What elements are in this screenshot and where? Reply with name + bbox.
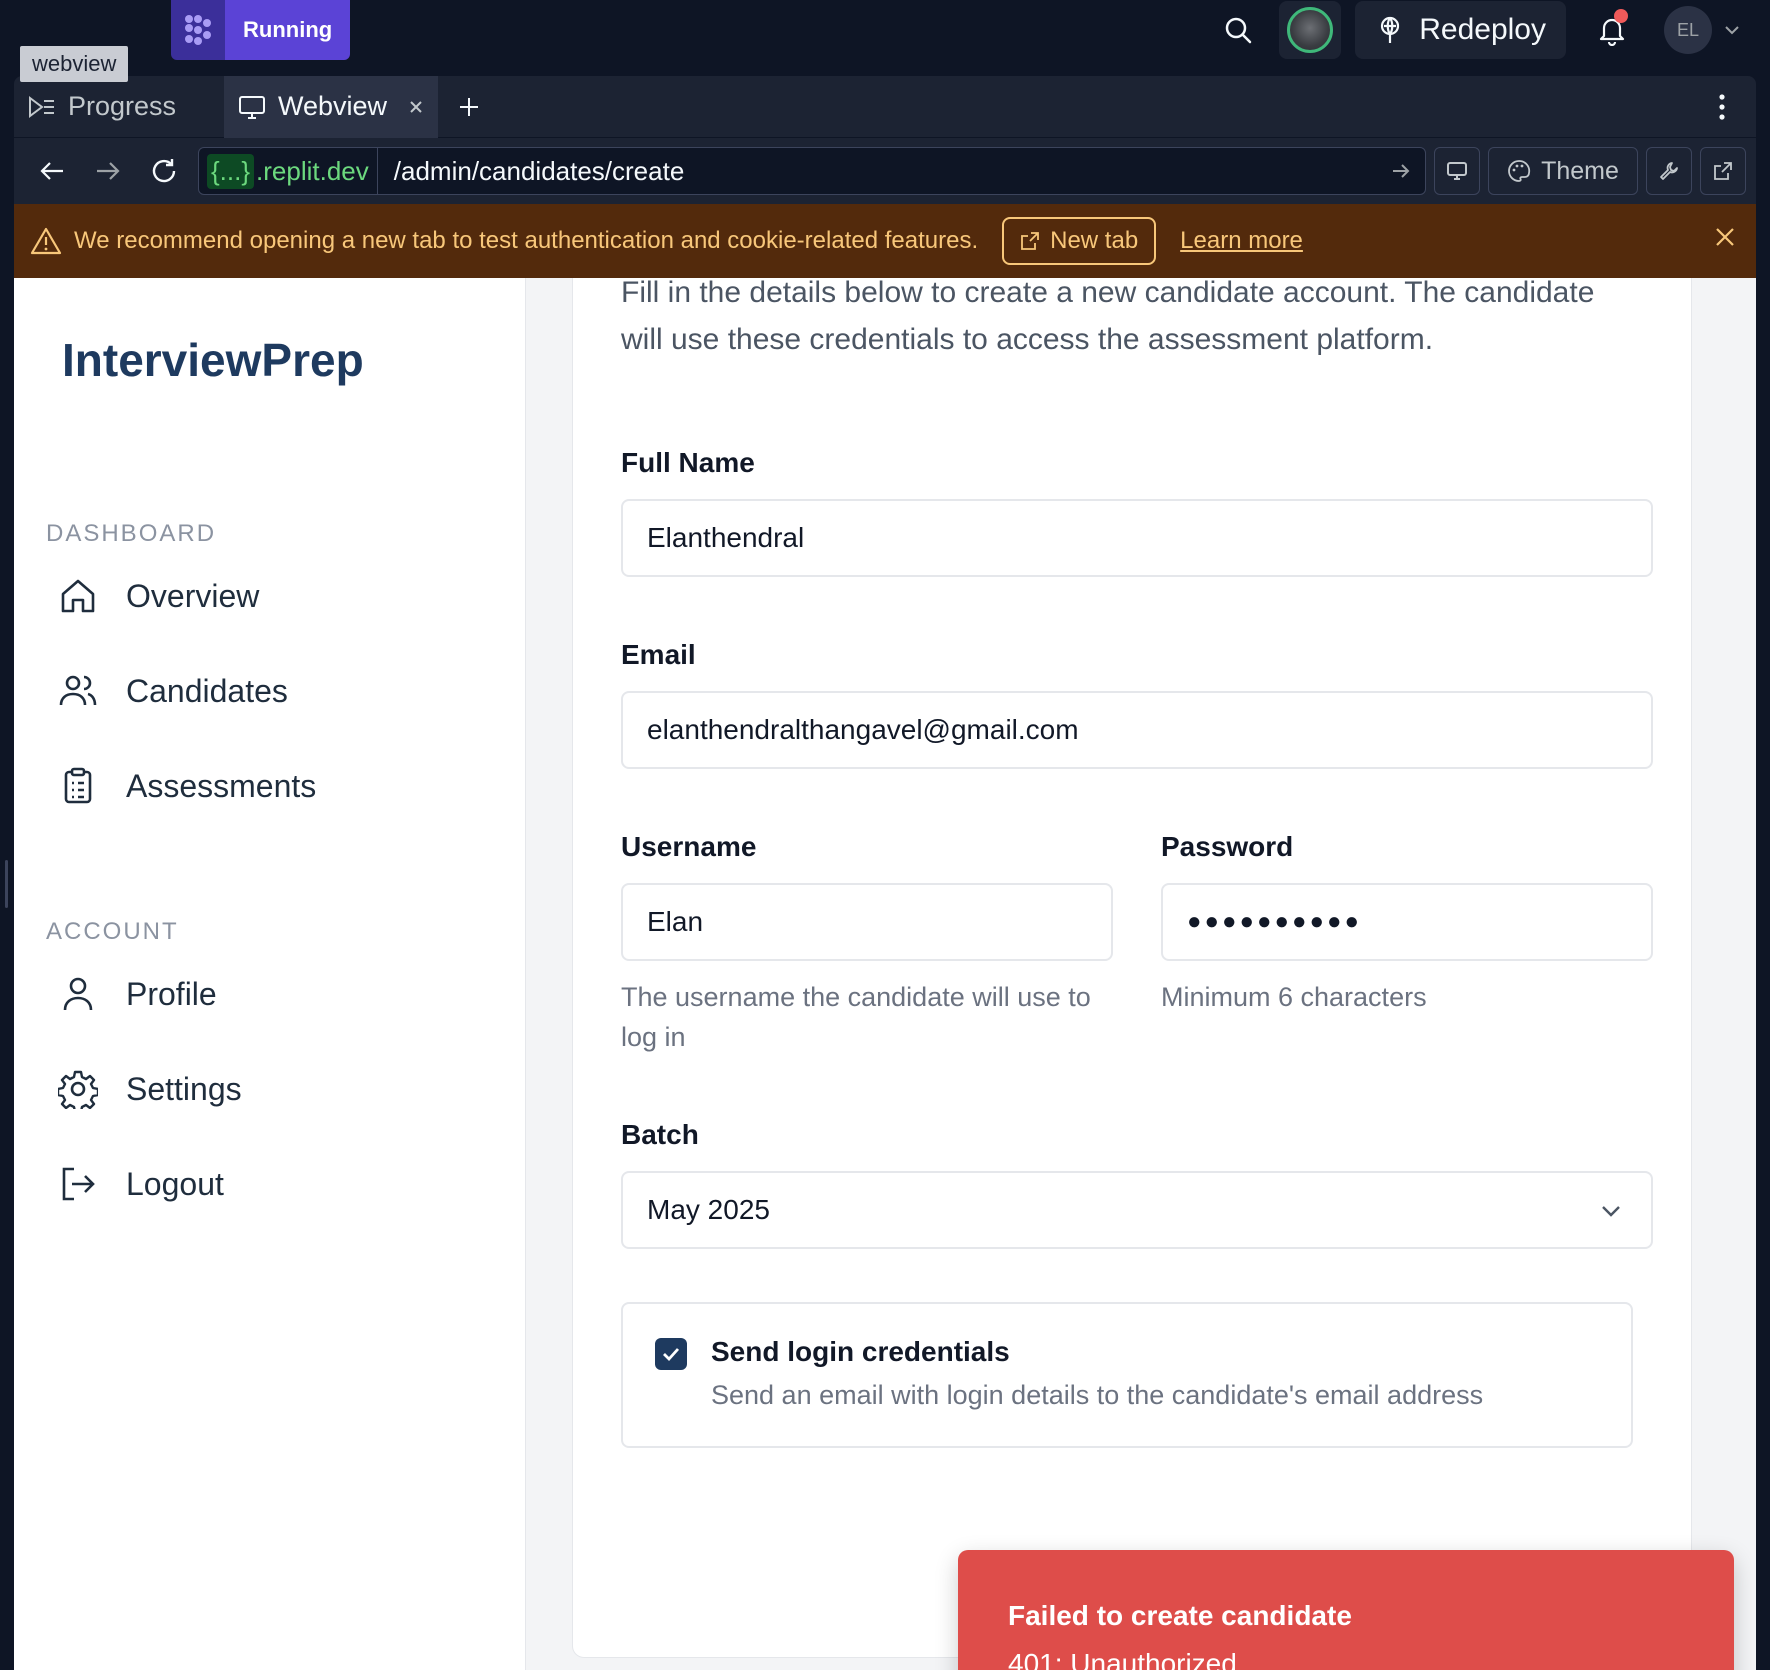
home-icon — [58, 576, 98, 616]
go-arrow-icon[interactable] — [1377, 162, 1425, 180]
sidebar-item-label: Settings — [126, 1070, 242, 1107]
tab-progress-label: Progress — [68, 91, 177, 121]
password-label: Password — [1161, 831, 1294, 862]
forward-arrow-icon[interactable] — [80, 143, 136, 199]
username-input[interactable]: Elan — [621, 883, 1113, 961]
redeploy-button[interactable]: Redeploy — [1355, 1, 1566, 59]
clipboard-icon — [58, 766, 98, 806]
password-hint: Minimum 6 characters — [1161, 982, 1427, 1012]
password-input[interactable]: ●●●●●●●●●● — [1161, 883, 1653, 961]
theme-button[interactable]: Theme — [1488, 147, 1638, 195]
send-credentials-checkbox[interactable] — [655, 1338, 687, 1370]
url-toolbar: {...} .replit.dev /admin/candidates/crea… — [14, 138, 1756, 204]
tab-progress[interactable]: Progress — [14, 76, 224, 138]
back-arrow-icon[interactable] — [24, 143, 80, 199]
sidebar-item-logout[interactable]: Logout — [58, 1164, 224, 1204]
reload-icon[interactable] — [136, 143, 192, 199]
username-label: Username — [621, 831, 757, 862]
warning-text: We recommend opening a new tab to test a… — [74, 227, 979, 254]
url-host: {...} .replit.dev — [199, 148, 378, 194]
running-button[interactable]: Running — [225, 0, 351, 60]
add-tab-icon[interactable] — [438, 76, 500, 138]
webview-content: InterviewPrep DASHBOARD Overview Candida… — [14, 278, 1756, 1670]
users-icon — [58, 671, 98, 711]
email-input[interactable]: elanthendralthangavel@gmail.com — [621, 691, 1653, 769]
redeploy-label: Redeploy — [1419, 13, 1546, 46]
project-avatar[interactable] — [1279, 1, 1342, 59]
panel-resize-handle[interactable] — [5, 860, 8, 908]
top-bar-actions: Redeploy EL — [1211, 0, 1770, 60]
theme-label: Theme — [1541, 156, 1619, 185]
chevron-down-icon[interactable] — [1712, 24, 1752, 36]
close-icon[interactable] — [1712, 224, 1738, 250]
open-external-icon[interactable] — [1700, 147, 1746, 195]
url-path[interactable]: /admin/candidates/create — [378, 156, 1377, 187]
sidebar-item-assessments[interactable]: Assessments — [58, 766, 316, 806]
monitor-icon — [1446, 161, 1468, 181]
sidebar-item-label: Overview — [126, 577, 260, 614]
tab-webview[interactable]: Webview — [224, 76, 438, 138]
error-toast[interactable]: Failed to create candidate 401: Unauthor… — [958, 1550, 1734, 1670]
sidebar-item-profile[interactable]: Profile — [58, 974, 217, 1014]
address-bar[interactable]: {...} .replit.dev /admin/candidates/crea… — [198, 147, 1426, 195]
notifications-bell-icon[interactable] — [1582, 1, 1642, 59]
search-icon[interactable] — [1211, 3, 1265, 57]
notification-dot — [1614, 9, 1628, 23]
warning-triangle-icon — [30, 226, 62, 256]
sidebar-item-label: Logout — [126, 1165, 224, 1202]
url-host-token: {...} — [207, 153, 255, 189]
gear-icon — [58, 1069, 98, 1109]
close-icon[interactable] — [408, 99, 424, 115]
send-credentials-option: Send login credentials Send an email wit… — [621, 1302, 1633, 1448]
toast-message: 401: Unauthorized — [1008, 1648, 1237, 1670]
device-preview-button[interactable] — [1434, 147, 1480, 195]
logout-icon — [58, 1164, 98, 1204]
tab-bar: Progress Webview — [14, 76, 1756, 138]
full-name-input[interactable]: Elanthendral — [621, 499, 1653, 577]
devtools-wrench-icon[interactable] — [1646, 147, 1692, 195]
section-account: ACCOUNT — [46, 918, 179, 945]
open-external-icon — [1020, 231, 1040, 251]
user-avatar[interactable]: EL — [1664, 6, 1712, 54]
create-candidate-card: Fill in the details below to create a ne… — [572, 278, 1692, 1658]
run-control: Running — [171, 0, 351, 60]
deploy-icon — [1375, 15, 1405, 45]
top-bar: Running Redeploy EL — [0, 0, 1770, 74]
workspace-panel: Progress Webview {...} .replit.dev /admi… — [14, 76, 1756, 1670]
send-credentials-description: Send an email with login details to the … — [711, 1380, 1484, 1410]
url-host-suffix: .replit.dev — [256, 155, 369, 186]
more-vertical-icon[interactable] — [1702, 76, 1742, 138]
batch-select[interactable]: May 2025 — [621, 1171, 1653, 1249]
sidebar-item-label: Candidates — [126, 672, 288, 709]
app-sidebar: InterviewPrep DASHBOARD Overview Candida… — [14, 278, 526, 1670]
section-dashboard: DASHBOARD — [46, 520, 217, 547]
sidebar-item-label: Profile — [126, 975, 217, 1012]
new-tab-label: New tab — [1050, 227, 1139, 254]
sidebar-item-candidates[interactable]: Candidates — [58, 671, 288, 711]
webview-tooltip: webview — [20, 46, 129, 82]
batch-label: Batch — [621, 1119, 699, 1150]
send-credentials-title[interactable]: Send login credentials — [711, 1336, 1010, 1368]
user-icon — [58, 974, 98, 1014]
progress-icon — [28, 95, 56, 119]
monitor-icon — [238, 94, 266, 120]
batch-selected-value: May 2025 — [647, 1194, 770, 1225]
full-name-label: Full Name — [621, 447, 755, 478]
new-tab-button[interactable]: New tab — [1002, 217, 1157, 265]
learn-more-link[interactable]: Learn more — [1180, 227, 1303, 255]
form-intro-text: Fill in the details below to create a ne… — [621, 278, 1595, 356]
sidebar-item-overview[interactable]: Overview — [58, 576, 259, 616]
sidebar-item-label: Assessments — [126, 767, 317, 804]
replit-logo-icon[interactable] — [171, 0, 225, 60]
toast-title: Failed to create candidate — [1008, 1600, 1352, 1631]
sidebar-item-settings[interactable]: Settings — [58, 1069, 242, 1109]
email-label: Email — [621, 639, 696, 670]
brand-logo[interactable]: InterviewPrep — [62, 333, 364, 387]
auth-warning-banner: We recommend opening a new tab to test a… — [14, 204, 1756, 278]
chevron-down-icon — [1599, 1199, 1623, 1223]
tab-webview-label: Webview — [278, 91, 388, 121]
username-hint: The username the candidate will use to l… — [621, 982, 1091, 1052]
palette-icon — [1507, 159, 1531, 183]
